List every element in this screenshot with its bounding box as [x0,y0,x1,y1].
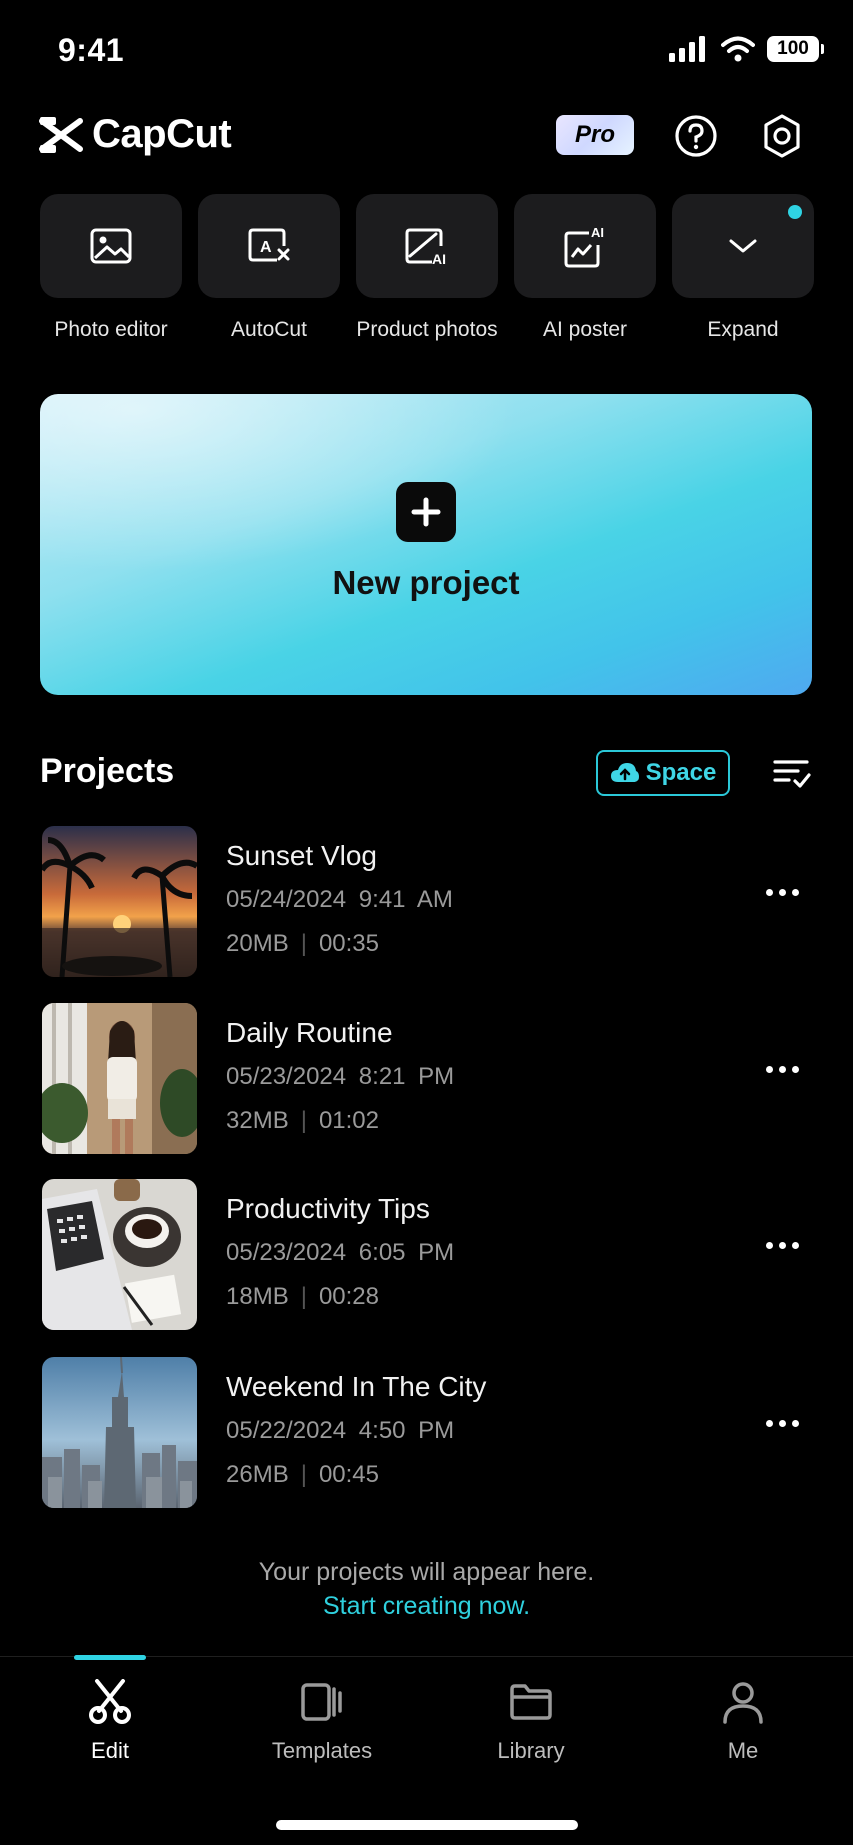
project-row[interactable]: Daily Routine 05/23/2024 8:21 PM 32MB | 01… [0,1003,853,1159]
status-time: 9:41 [58,32,125,68]
project-date: 05/23/2024 8:21 PM [226,1063,454,1091]
sort-select-icon[interactable] [772,756,812,790]
project-date-value: 05/22/2024 [226,1417,347,1444]
project-size: 26MB [226,1461,289,1488]
project-date-value: 05/23/2024 [226,1063,347,1090]
product-photo-ai-icon: AI [405,228,446,266]
image-icon [90,228,132,264]
cloud-upload-icon [610,763,639,782]
new-project-label: New project [332,564,520,601]
capcut-logo-icon [39,116,83,153]
project-title: Sunset Vlog [226,840,377,871]
templates-icon [301,1683,342,1721]
project-duration: 00:45 [318,1461,379,1488]
scissors-icon [89,1679,131,1724]
cellular-signal-icon [669,36,705,62]
tool-photo-editor[interactable]: Photo editor [40,194,182,342]
app-logo: CapCut [38,112,232,157]
project-row[interactable]: Sunset Vlog 05/24/2024 9:41 AM 20MB | 00:3… [0,826,853,982]
project-date-value: 05/24/2024 [226,886,347,913]
autocut-icon: A [248,228,290,262]
more-options-icon[interactable] [766,1059,806,1079]
separator: | [300,930,307,957]
space-button[interactable]: Space [596,750,730,796]
chevron-down-icon [729,239,757,253]
project-time-value: 4:50 PM [358,1417,455,1444]
project-row[interactable]: Weekend In The City 05/22/2024 4:50 PM 2… [0,1357,853,1513]
tool-label: Product photos [356,318,498,341]
project-size: 18MB [226,1283,289,1310]
tool-label: Expand [707,318,779,341]
project-date: 05/22/2024 4:50 PM [226,1417,454,1445]
project-time-value: 6:05 PM [358,1239,455,1266]
tab-label: Edit [91,1738,129,1763]
pro-button[interactable]: Pro [556,115,634,155]
project-size: 20MB [226,930,289,957]
status-indicators: 100 [669,36,824,62]
project-meta: 18MB | 00:28 [226,1283,379,1311]
project-size: 32MB [226,1107,289,1134]
project-thumbnail [42,826,197,977]
tab-label: Me [727,1738,759,1763]
project-thumbnail [42,1357,197,1508]
person-icon [723,1682,763,1724]
new-project-button[interactable]: New project [40,394,812,695]
tool-label: AI poster [542,318,628,341]
projects-hint: Your projects will appear here. [258,1558,595,1586]
tool-ai-poster[interactable]: AI AI poster [514,194,656,342]
project-time-value: 9:41 AM [358,886,453,913]
separator: | [300,1461,307,1488]
folder-icon [510,1684,552,1720]
tool-label: Photo editor [54,318,168,341]
project-date: 05/23/2024 6:05 PM [226,1239,454,1267]
project-thumbnail [42,1179,197,1330]
svg-text:AI: AI [432,251,446,266]
separator: | [300,1283,307,1310]
project-meta: 20MB | 00:35 [226,930,379,958]
tool-label: AutoCut [231,318,307,341]
project-title: Daily Routine [226,1017,393,1048]
project-date: 05/24/2024 9:41 AM [226,886,453,914]
more-options-icon[interactable] [766,1413,806,1433]
start-creating-link[interactable]: Start creating now. [0,1592,853,1621]
notification-dot [788,205,802,219]
help-icon[interactable] [672,112,720,160]
project-duration: 01:02 [318,1107,379,1134]
tool-product-photos[interactable]: AI Product photos [356,194,498,342]
wifi-icon [721,36,755,62]
project-row[interactable]: Productivity Tips 05/23/2024 6:05 PM 18M… [0,1179,853,1335]
project-duration: 00:35 [318,930,379,957]
project-thumbnail [42,1003,197,1154]
project-time-value: 8:21 PM [358,1063,455,1090]
settings-gear-icon[interactable] [758,112,806,160]
tab-me[interactable]: Me [663,1679,823,1764]
home-indicator [276,1820,578,1830]
space-label: Space [645,759,717,786]
tab-label: Library [497,1738,565,1763]
bottom-tab-bar: Edit Templates Library Me [0,1655,853,1845]
app-name: CapCut [92,112,232,156]
separator: | [300,1107,307,1134]
battery-indicator: 100 [767,36,824,62]
tab-library[interactable]: Library [451,1679,611,1764]
tool-autocut[interactable]: A AutoCut [198,194,340,342]
tab-templates[interactable]: Templates [242,1679,402,1764]
project-meta: 32MB | 01:02 [226,1107,379,1135]
project-title: Weekend In The City [226,1371,487,1402]
more-options-icon[interactable] [766,1235,806,1255]
tab-edit[interactable]: Edit [30,1679,190,1764]
svg-text:AI: AI [591,225,604,240]
svg-text:A: A [260,239,272,256]
active-tab-indicator [74,1655,146,1660]
tool-expand[interactable]: Expand [672,194,814,342]
project-title: Productivity Tips [226,1193,430,1224]
project-date-value: 05/23/2024 [226,1239,347,1266]
ai-poster-icon: AI [564,225,604,268]
project-duration: 00:28 [318,1283,379,1310]
project-meta: 26MB | 00:45 [226,1461,379,1489]
more-options-icon[interactable] [766,882,806,902]
tab-label: Templates [271,1738,373,1763]
projects-heading: Projects [40,752,175,790]
plus-icon [396,482,456,542]
